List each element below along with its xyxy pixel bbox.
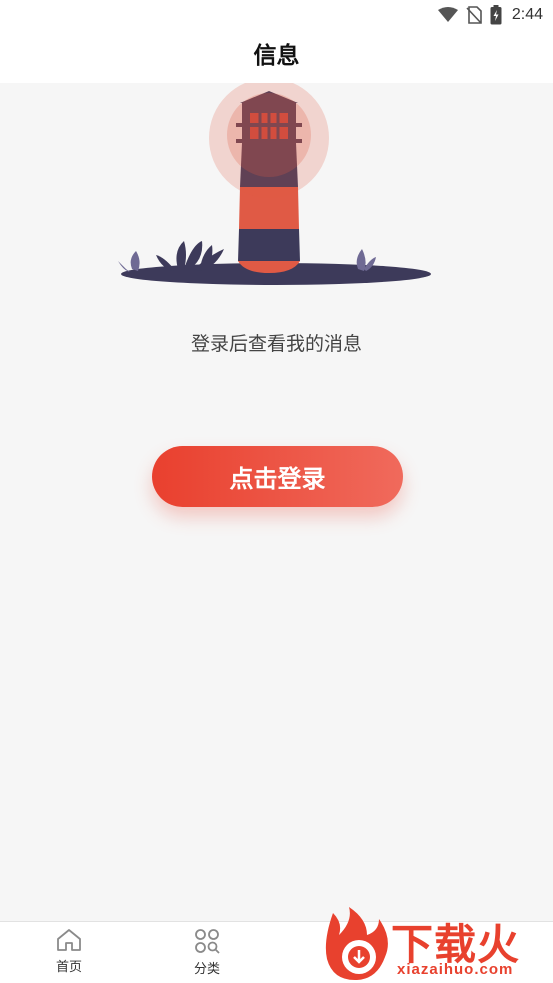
tab-home[interactable]: 首页 (34, 928, 104, 975)
watermark-logo: 下载火 xiazaihuo.com (323, 905, 553, 983)
flame-logo-icon (325, 907, 388, 981)
status-bar: 2:44 (0, 0, 553, 30)
header: 信息 (0, 30, 553, 83)
tab-home-label: 首页 (55, 960, 82, 975)
category-icon (195, 929, 220, 954)
battery-charging-icon (490, 5, 502, 25)
wifi-icon (437, 7, 458, 22)
status-time: 2:44 (511, 6, 543, 23)
status-icons: 2:44 (437, 4, 543, 26)
lighthouse-glow-inner (227, 93, 311, 177)
page-title: 信息 (253, 43, 300, 69)
watermark-url: xiazaihuo.com (397, 961, 514, 978)
lighthouse-illustration (118, 83, 431, 285)
home-icon (57, 929, 81, 951)
login-hint-text: 登录后查看我的消息 (190, 333, 362, 355)
tab-category[interactable]: 分类 (172, 928, 242, 977)
plant-far-left (118, 251, 140, 272)
main-content: 登录后查看我的消息 点击登录 (0, 83, 553, 921)
tab-category-label: 分类 (193, 962, 220, 977)
login-button[interactable]: 点击登录 (152, 446, 403, 507)
no-sim-icon (466, 6, 482, 24)
